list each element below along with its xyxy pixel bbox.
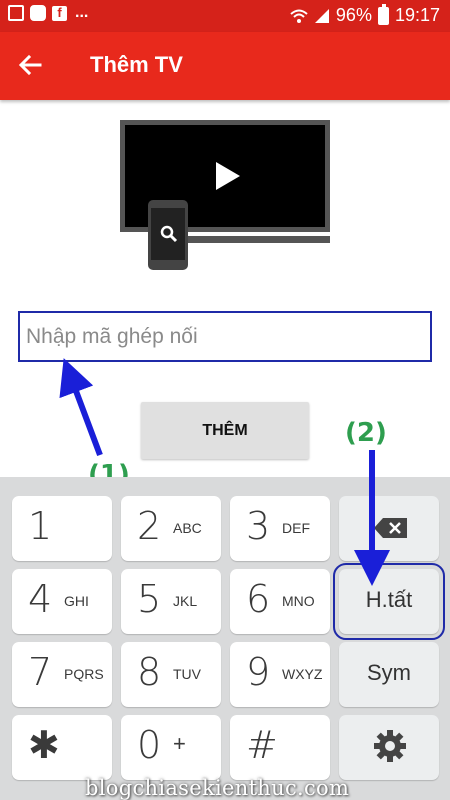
delete-key[interactable] xyxy=(339,496,439,561)
key-letters: DEF xyxy=(282,520,310,536)
sym-key-label: Sym xyxy=(367,660,411,685)
star-glyph: ✱ xyxy=(28,725,60,767)
key-digit: # xyxy=(246,723,278,767)
app-bar: Thêm TV xyxy=(0,32,450,100)
annotation-label-2: (2) xyxy=(345,418,387,448)
key-1[interactable]: 1 xyxy=(12,496,112,561)
key-letters: GHI xyxy=(64,593,89,609)
key-7[interactable]: 7 PQRS xyxy=(12,642,112,707)
key-4[interactable]: 4 GHI xyxy=(12,569,112,634)
page-title: Thêm TV xyxy=(90,52,183,77)
notification-icons: f ... xyxy=(8,5,88,21)
backspace-icon xyxy=(374,518,407,538)
key-digit: 3 xyxy=(246,504,271,548)
done-key-label: H.tất xyxy=(365,587,413,612)
key-digit: 2 xyxy=(137,504,162,548)
battery-percent: 96% xyxy=(335,5,372,25)
key-5[interactable]: 5 JKL xyxy=(121,569,221,634)
key-digit: 5 xyxy=(137,577,162,621)
annotation-arrow-1 xyxy=(59,358,103,457)
wifi-icon xyxy=(290,9,308,23)
key-9[interactable]: 9 WXYZ xyxy=(230,642,330,707)
status-bar: f ... 96% 19:17 xyxy=(0,0,450,32)
key-3[interactable]: 3 DEF xyxy=(230,496,330,561)
sym-key[interactable]: Sym xyxy=(339,642,439,707)
key-letters: ABC xyxy=(173,520,202,536)
key-0[interactable]: 0 + xyxy=(121,715,221,780)
key-6[interactable]: 6 MNO xyxy=(230,569,330,634)
key-letters: TUV xyxy=(173,666,201,682)
key-2[interactable]: 2 ABC xyxy=(121,496,221,561)
key-digit: 6 xyxy=(246,577,271,621)
app-notification-icon xyxy=(30,5,46,21)
settings-key[interactable] xyxy=(339,715,439,780)
key-star[interactable]: ✱ xyxy=(12,715,112,780)
key-digit: 0 xyxy=(137,723,162,767)
key-hash[interactable]: # xyxy=(230,715,330,780)
system-indicators: 96% 19:17 xyxy=(290,3,440,26)
key-digit: 4 xyxy=(28,577,53,621)
tv-illustration xyxy=(120,120,330,270)
numeric-keypad: 1 2 ABC 3 DEF 4 GHI 5 JKL 6 MNO H.tất 7 … xyxy=(0,477,450,800)
key-digit: 1 xyxy=(28,504,53,548)
watermark: blogchiasekienthuc.com xyxy=(85,776,350,800)
done-key[interactable]: H.tất xyxy=(333,563,445,640)
key-digit: 8 xyxy=(137,650,162,694)
key-letters: JKL xyxy=(173,593,198,609)
add-button[interactable]: THÊM xyxy=(141,402,309,459)
gear-icon xyxy=(374,730,406,762)
key-letters: PQRS xyxy=(64,666,104,682)
arrow-left-icon xyxy=(18,54,42,76)
key-plus: + xyxy=(173,731,186,756)
back-button[interactable] xyxy=(10,46,50,86)
phone-search-icon xyxy=(148,200,188,270)
key-letters: WXYZ xyxy=(282,666,323,682)
image-icon xyxy=(8,5,24,21)
battery-icon xyxy=(377,3,389,25)
signal-icon xyxy=(314,8,329,23)
facebook-icon: f xyxy=(52,5,67,21)
key-digit: 9 xyxy=(246,650,271,694)
more-notifications: ... xyxy=(75,4,89,21)
key-letters: MNO xyxy=(282,593,315,609)
key-digit: 7 xyxy=(28,650,53,694)
pairing-code-input[interactable] xyxy=(18,311,432,362)
key-8[interactable]: 8 TUV xyxy=(121,642,221,707)
clock: 19:17 xyxy=(394,5,440,25)
